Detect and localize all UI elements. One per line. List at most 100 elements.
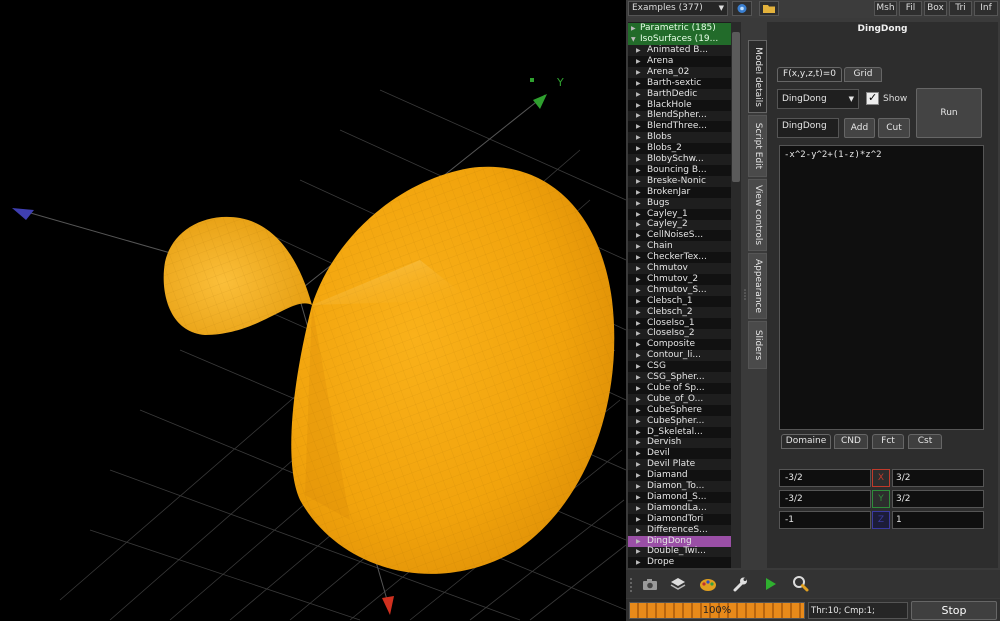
tree-item[interactable]: ▶ Diamond_S...: [628, 491, 731, 503]
tree-item[interactable]: ▶ BlackHole: [628, 99, 731, 111]
run-button[interactable]: Run: [916, 88, 982, 138]
tree-item[interactable]: ▶ Breske-Nonic: [628, 176, 731, 187]
tree-scrollbar-thumb[interactable]: [732, 32, 740, 182]
tree-item[interactable]: ▶ Cayley_2: [628, 219, 731, 230]
cut-button[interactable]: Cut: [878, 118, 910, 138]
tree-item[interactable]: ▶ Double_Twi...: [628, 546, 731, 557]
y-axis-arrow: [533, 94, 547, 109]
toolbar-inf-button[interactable]: Inf: [974, 1, 998, 16]
tree-category-parametric[interactable]: ▶ Parametric (185): [628, 23, 731, 34]
tab-cst[interactable]: Cst: [908, 434, 942, 449]
tab-domaine[interactable]: Domaine: [781, 434, 831, 449]
tree-item[interactable]: ▶ Chain: [628, 241, 731, 252]
tree-item[interactable]: ▶ CloseIso_1: [628, 317, 731, 329]
tree-item[interactable]: ▶ Arena: [628, 55, 731, 67]
tab-model-details[interactable]: Model details: [748, 40, 767, 113]
tree-item[interactable]: ▶ Diamon_To...: [628, 481, 731, 492]
folder-icon[interactable]: [759, 1, 779, 16]
tree-item[interactable]: ▶ Cube_of_O...: [628, 394, 731, 405]
domain-z-max[interactable]: 1: [892, 511, 984, 529]
tree-item[interactable]: ▶ DiamondTori: [628, 513, 731, 525]
domain-y-max[interactable]: 3/2: [892, 490, 984, 508]
tree-item[interactable]: ▶ Chmutov: [628, 263, 731, 274]
tree-item[interactable]: ▶ CubeSphere: [628, 404, 731, 416]
tree-item[interactable]: ▶ CSG: [628, 361, 731, 373]
toolbar-fil-button[interactable]: Fil: [899, 1, 922, 16]
function-select[interactable]: DingDong ▼: [777, 89, 859, 109]
domain-y-min[interactable]: -3/2: [779, 490, 871, 508]
tree-item[interactable]: ▶ Blobs_2: [628, 143, 731, 155]
surface-large-cone: [291, 166, 615, 574]
tree-item[interactable]: ▶ Chmutov_S...: [628, 285, 731, 296]
tree-item[interactable]: ▶ Diamand: [628, 470, 731, 482]
tree-item[interactable]: ▶ Composite: [628, 339, 731, 351]
tree-item[interactable]: ▶ BlendSpher...: [628, 110, 731, 121]
tree-item[interactable]: ▶ CSG_Spher...: [628, 372, 731, 383]
tree-item[interactable]: ▶ Dervish: [628, 437, 731, 448]
add-button[interactable]: Add: [844, 118, 875, 138]
tree-item[interactable]: ▶ CubeSpher...: [628, 416, 731, 427]
render-viewport[interactable]: Y: [0, 0, 626, 621]
tree-item[interactable]: ▶ Bouncing B...: [628, 164, 731, 176]
tab-appearance[interactable]: Appearance: [748, 253, 767, 319]
tree-item-label: Devil: [647, 448, 670, 459]
viewport-canvas[interactable]: Y: [0, 0, 626, 621]
tree-item[interactable]: ▶ D_Skeletal...: [628, 426, 731, 438]
examples-tree[interactable]: ▶ Parametric (185) ▼ IsoSurfaces (19... …: [628, 22, 741, 568]
tab-cnd[interactable]: CND: [834, 434, 868, 449]
tree-item[interactable]: ▶ Drope: [628, 557, 731, 568]
tree-item[interactable]: ▶ CellNoiseS...: [628, 230, 731, 242]
tree-item[interactable]: ▶ Clebsch_2: [628, 307, 731, 318]
play-icon[interactable]: [760, 574, 780, 594]
progress-text: 100%: [702, 605, 732, 616]
tree-scrollbar[interactable]: [731, 22, 741, 568]
globe-icon[interactable]: [732, 1, 752, 16]
tree-item[interactable]: ▶ Animated B...: [628, 45, 731, 56]
tab-view-controls[interactable]: View controls: [748, 179, 767, 251]
stop-button[interactable]: Stop: [911, 601, 997, 620]
magnifier-icon[interactable]: [790, 574, 810, 594]
tree-item[interactable]: ▶ DifferenceS...: [628, 525, 731, 536]
tree-item[interactable]: ▶ Chmutov_2: [628, 273, 731, 285]
tab-script-edit[interactable]: Script Edit: [748, 115, 767, 177]
tree-item[interactable]: ▶ Devil: [628, 448, 731, 460]
domain-z-min[interactable]: -1: [779, 511, 871, 529]
camera-icon[interactable]: [640, 574, 660, 594]
tree-item[interactable]: ▶ Contour_li...: [628, 350, 731, 361]
tab-function[interactable]: F(x,y,z,t)=0: [777, 67, 842, 82]
tree-item[interactable]: ▶ BlendThree...: [628, 121, 731, 133]
tree-item[interactable]: ▶ CheckerTex...: [628, 252, 731, 264]
tree-item[interactable]: ▶ Blobs: [628, 132, 731, 143]
expand-arrow-icon: ▶: [636, 254, 641, 262]
tree-item[interactable]: ▶ Cube of Sp...: [628, 382, 731, 394]
tree-item[interactable]: ▶ Bugs: [628, 198, 731, 209]
palette-icon[interactable]: [698, 574, 718, 594]
tree-item[interactable]: ▶ Arena_02: [628, 67, 731, 78]
tab-fct[interactable]: Fct: [872, 434, 904, 449]
show-checkbox[interactable]: ✓: [866, 91, 879, 105]
toolbar-msh-button[interactable]: Msh: [874, 1, 897, 16]
tree-item[interactable]: ▶ DiamondLa...: [628, 503, 731, 514]
tree-item[interactable]: ▶ Clebsch_1: [628, 295, 731, 307]
tree-item[interactable]: ▶ CloseIso_2: [628, 328, 731, 339]
examples-dropdown[interactable]: Examples (377) ▼: [628, 1, 728, 16]
tree-item-label: BarthDedic: [647, 88, 698, 99]
tree-category-isosurfaces[interactable]: ▼ IsoSurfaces (19...: [628, 34, 731, 45]
tree-item[interactable]: ▶ BlobySchw...: [628, 154, 731, 165]
tree-item[interactable]: ▶ Barth-sextic: [628, 77, 731, 89]
wrench-icon[interactable]: [730, 574, 750, 594]
tree-item[interactable]: ▶ DingDong: [628, 535, 731, 547]
domain-x-max[interactable]: 3/2: [892, 469, 984, 487]
tree-item[interactable]: ▶ Cayley_1: [628, 208, 731, 220]
tab-sliders[interactable]: Sliders: [748, 321, 767, 369]
tree-item[interactable]: ▶ BarthDedic: [628, 89, 731, 100]
tree-item[interactable]: ▶ BrokenJar: [628, 186, 731, 198]
domain-x-min[interactable]: -3/2: [779, 469, 871, 487]
tab-grid[interactable]: Grid: [844, 67, 882, 82]
toolbar-box-button[interactable]: Box: [924, 1, 947, 16]
equation-editor[interactable]: -x^2-y^2+(1-z)*z^2: [779, 145, 984, 430]
tree-item[interactable]: ▶ Devil Plate: [628, 459, 731, 470]
layers-icon[interactable]: [668, 574, 688, 594]
name-field[interactable]: DingDong: [777, 118, 839, 138]
toolbar-tri-button[interactable]: Tri: [949, 1, 972, 16]
